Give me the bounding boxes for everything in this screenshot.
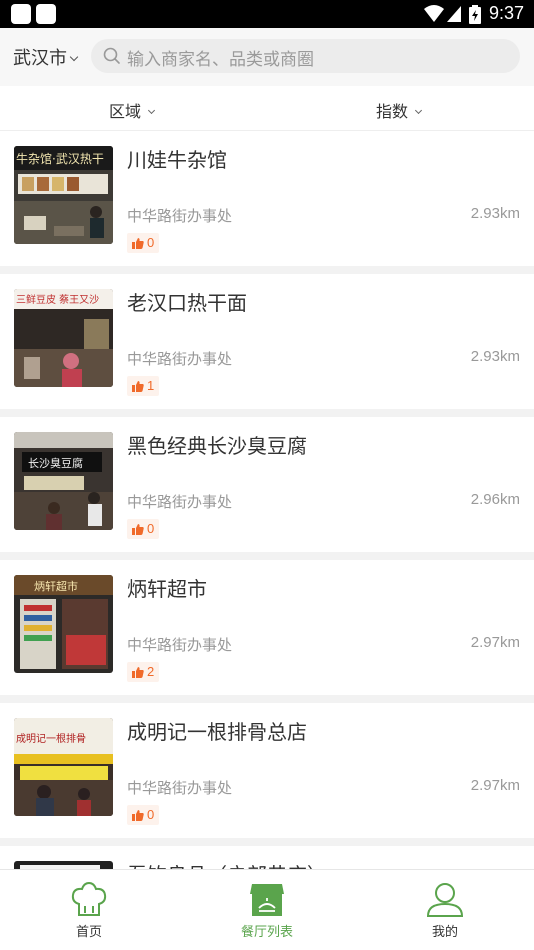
city-label: 武汉市 xyxy=(13,48,67,69)
chevron-down-icon xyxy=(69,52,79,62)
battery-icon xyxy=(469,5,481,24)
restaurant-name: 老汉口热干面 xyxy=(127,291,247,315)
restaurant-photo: 炳轩超市 xyxy=(14,575,113,673)
tab-restaurant-list-label: 餐厅列表 xyxy=(240,925,293,940)
filter-bar: 区域 指数 xyxy=(0,86,534,131)
chevron-down-icon xyxy=(147,106,156,115)
restaurant-distance: 2.96km xyxy=(470,491,520,508)
tab-restaurant-list[interactable]: 餐厅列表 xyxy=(178,870,356,950)
sign-text: 三鲜豆皮 蔡王又沙 xyxy=(16,293,99,306)
likes-badge: 0 xyxy=(127,805,160,825)
filter-index-label: 指数 xyxy=(376,102,409,121)
restaurant-photo: 长沙臭豆腐 xyxy=(14,432,113,530)
restaurant-name: 川娃牛杂馆 xyxy=(127,148,227,172)
likes-count: 1 xyxy=(147,378,155,393)
top-header: 武汉市 输入商家名、品类或商圈 xyxy=(0,28,534,86)
restaurant-name: 炳轩超市 xyxy=(127,577,207,601)
likes-badge: 2 xyxy=(127,662,160,682)
chef-hat-icon xyxy=(71,882,107,916)
restaurant-distance: 2.97km xyxy=(470,777,520,794)
restaurant-distance: 2.93km xyxy=(470,348,520,365)
restaurant-photo: 牛杂馆·武汉热干 xyxy=(14,146,113,244)
likes-count: 2 xyxy=(147,664,155,679)
wifi-icon xyxy=(424,5,444,22)
restaurant-name: 黑色经典长沙臭豆腐 xyxy=(127,434,307,458)
restaurant-area: 中华路街办事处 xyxy=(127,350,233,368)
search-input[interactable]: 输入商家名、品类或商圈 xyxy=(91,39,520,73)
thumbs-up-icon xyxy=(132,524,144,535)
sign-text: 炳轩超市 xyxy=(34,579,78,593)
likes-badge: 1 xyxy=(127,376,160,396)
user-icon xyxy=(426,883,464,917)
thumbs-up-icon xyxy=(132,381,144,392)
restaurant-area: 中华路街办事处 xyxy=(127,636,233,654)
city-selector[interactable]: 武汉市 xyxy=(13,44,79,70)
restaurant-list: 牛杂馆·武汉热干 川娃牛杂馆 中华路街办事处 2.93km 0 三鲜豆皮 蔡王又… xyxy=(0,131,534,869)
search-icon xyxy=(103,47,120,64)
search-placeholder: 输入商家名、品类或商圈 xyxy=(127,50,314,70)
notification-icon xyxy=(36,4,56,24)
filter-area[interactable]: 区域 xyxy=(109,98,156,122)
restaurant-distance: 2.97km xyxy=(470,634,520,651)
restaurant-photo: 三鲜豆皮 蔡王又沙 xyxy=(14,289,113,387)
likes-badge: 0 xyxy=(127,233,160,253)
notification-icon xyxy=(11,4,31,24)
sign-text: 成明记一根排骨 xyxy=(16,732,86,745)
thumbs-up-icon xyxy=(132,238,144,249)
filter-area-label: 区域 xyxy=(109,102,142,121)
likes-badge: 0 xyxy=(127,519,160,539)
thumbs-up-icon xyxy=(132,810,144,821)
restaurant-icon xyxy=(250,884,284,916)
signal-icon xyxy=(447,6,461,22)
restaurant-item[interactable]: 牛杂馆·武汉热干 川娃牛杂馆 中华路街办事处 2.93km 0 xyxy=(0,131,534,266)
restaurant-area: 中华路街办事处 xyxy=(127,493,233,511)
tab-mine[interactable]: 我的 xyxy=(356,870,534,950)
tab-mine-label: 我的 xyxy=(431,925,458,940)
tab-home[interactable]: 首页 xyxy=(0,870,178,950)
restaurant-item[interactable]: 成明记一根排骨 成明记一根排骨总店 中华路街办事处 2.97km 0 xyxy=(0,703,534,838)
restaurant-item[interactable]: 炳轩超市 炳轩超市 中华路街办事处 2.97km 2 xyxy=(0,560,534,695)
sign-text: 牛杂馆·武汉热干 xyxy=(16,151,104,166)
likes-count: 0 xyxy=(147,235,155,250)
restaurant-item[interactable]: 三鲜豆皮 蔡王又沙 老汉口热干面 中华路街办事处 2.93km 1 xyxy=(0,274,534,409)
restaurant-area: 中华路街办事处 xyxy=(127,779,233,797)
restaurant-area: 中华路街办事处 xyxy=(127,207,233,225)
restaurant-item[interactable]: 吾饮良品（户部巷店） xyxy=(0,846,534,869)
restaurant-name: 成明记一根排骨总店 xyxy=(127,720,307,744)
sign-text: 长沙臭豆腐 xyxy=(28,456,83,470)
filter-index[interactable]: 指数 xyxy=(376,98,423,122)
status-bar: 9:37 xyxy=(0,0,534,28)
restaurant-photo: 成明记一根排骨 xyxy=(14,718,113,816)
thumbs-up-icon xyxy=(132,667,144,678)
chevron-down-icon xyxy=(414,106,423,115)
restaurant-item[interactable]: 长沙臭豆腐 黑色经典长沙臭豆腐 中华路街办事处 2.96km 0 xyxy=(0,417,534,552)
restaurant-name: 吾饮良品（户部巷店） xyxy=(127,859,327,869)
restaurant-distance: 2.93km xyxy=(470,205,520,222)
likes-count: 0 xyxy=(147,521,155,536)
restaurant-photo xyxy=(14,861,113,869)
bottom-tab-bar: 首页 餐厅列表 我的 xyxy=(0,869,534,950)
likes-count: 0 xyxy=(147,807,155,822)
tab-home-label: 首页 xyxy=(75,925,102,940)
status-time: 9:37 xyxy=(488,3,524,23)
